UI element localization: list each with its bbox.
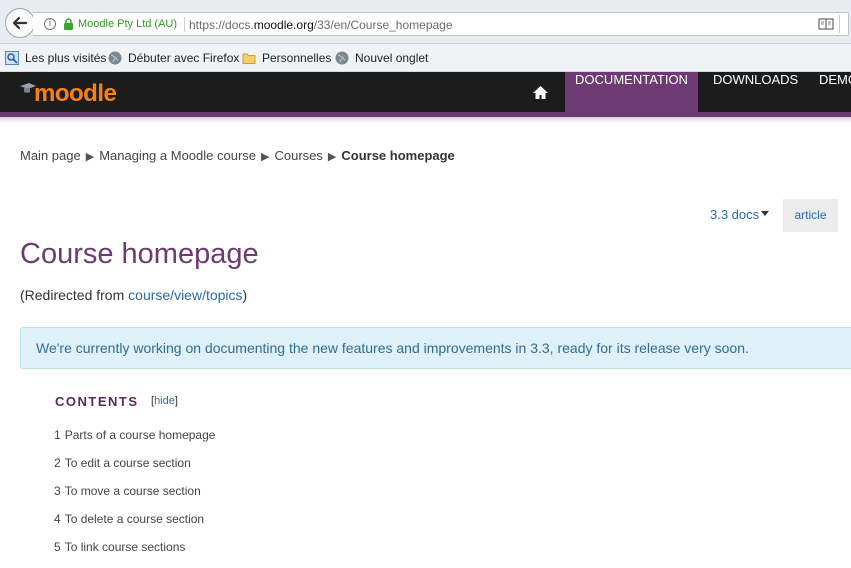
toc-item[interactable]: 4 To delete a course section: [54, 512, 215, 540]
caret-down-icon: [761, 211, 770, 216]
docs-version-dropdown[interactable]: 3.3 docs: [710, 207, 770, 222]
home-button[interactable]: [520, 72, 560, 112]
breadcrumb-separator: ▶: [327, 151, 337, 163]
toc-number: 4: [54, 512, 61, 526]
bookmark-personal[interactable]: Personnelles: [242, 51, 331, 65]
url-path: /33/en/Course_homepage: [313, 18, 453, 32]
back-button[interactable]: [5, 8, 35, 38]
moodle-logo[interactable]: moodle: [20, 78, 117, 108]
redirect-prefix: (Redirected from: [20, 287, 129, 303]
toc-item[interactable]: 3 To move a course section: [54, 484, 215, 512]
nav-demo[interactable]: DEMO: [819, 72, 851, 112]
toc-hide-toggle[interactable]: [hide]: [151, 395, 178, 407]
toc-list: 1 Parts of a course homepage 2 To edit a c…: [54, 428, 215, 568]
url-host: moodle.org: [253, 18, 314, 32]
toc-number: 5: [54, 540, 61, 554]
bookmark-getting-started[interactable]: Débuter avec Firefox: [108, 51, 239, 65]
nav-documentation[interactable]: DOCUMENTATION: [565, 72, 698, 112]
bookmark-new-tab[interactable]: Nouvel onglet: [335, 51, 428, 65]
toc-label[interactable]: To move a course section: [65, 484, 201, 498]
divider: [839, 15, 840, 33]
breadcrumb-item[interactable]: Main page: [20, 148, 81, 163]
redirect-suffix: ): [242, 287, 248, 303]
divider: [184, 17, 185, 32]
toc-hide-link[interactable]: hide: [154, 395, 175, 407]
breadcrumb-current: Course homepage: [341, 148, 455, 163]
page-title: Course homepage: [20, 238, 259, 270]
toc-label[interactable]: To edit a course section: [65, 456, 191, 470]
most-visited-icon: [5, 51, 19, 65]
bookmark-label: Personnelles: [262, 51, 332, 65]
globe-icon: [335, 51, 349, 65]
url-prefix: https://docs.: [189, 18, 254, 32]
toc-title: CONTENTS: [55, 394, 139, 409]
toc-label[interactable]: To link course sections: [65, 540, 186, 554]
reader-view-icon[interactable]: [818, 17, 834, 31]
bookmark-label: Nouvel onglet: [355, 51, 429, 65]
docs-version-label: 3.3 docs: [710, 207, 760, 222]
toc-label[interactable]: Parts of a course homepage: [65, 428, 216, 442]
info-icon[interactable]: i: [44, 18, 56, 30]
folder-icon: [242, 53, 256, 64]
breadcrumb-separator: ▶: [85, 151, 95, 163]
toc-number: 3: [54, 484, 61, 498]
breadcrumb-item[interactable]: Managing a Moodle course: [99, 148, 256, 163]
bookmark-most-visited[interactable]: Les plus visités: [5, 51, 106, 65]
bookmark-label: Débuter avec Firefox: [128, 51, 240, 65]
navbar-shadow: [0, 117, 851, 123]
browser-toolbar: i Moodle Pty Ltd (AU) https://docs.moodl…: [0, 0, 851, 44]
logo-text: moodle: [34, 80, 117, 107]
redirect-link[interactable]: course/view/topics: [128, 287, 242, 303]
toc-item[interactable]: 2 To edit a course section: [54, 456, 215, 484]
bookmarks-toolbar: Les plus visités Débuter avec Firefox Pe…: [0, 44, 851, 72]
breadcrumb-separator: ▶: [261, 151, 270, 163]
redirect-note: (Redirected from course/view/topics): [20, 287, 247, 303]
arrow-left-icon: [12, 16, 28, 30]
site-identity[interactable]: Moodle Pty Ltd (AU): [78, 18, 177, 30]
toc-number: 2: [54, 456, 61, 470]
breadcrumb-item[interactable]: Courses: [274, 148, 322, 163]
nav-downloads[interactable]: DOWNLOADS: [713, 72, 798, 112]
globe-icon: [108, 51, 122, 65]
home-icon: [532, 85, 548, 99]
notice-text: We're currently working on documenting t…: [36, 340, 749, 356]
url-text[interactable]: https://docs.moodle.org/33/en/Course_hom…: [189, 18, 453, 32]
address-bar[interactable]: i Moodle Pty Ltd (AU) https://docs.moodl…: [33, 12, 849, 36]
tab-article[interactable]: article: [783, 199, 838, 232]
breadcrumb: Main page ▶ Managing a Moodle course ▶ Cours…: [20, 148, 455, 163]
info-notice: We're currently working on documenting t…: [20, 327, 851, 369]
bookmark-label: Les plus visités: [25, 51, 107, 65]
toc-number: 1: [54, 428, 61, 442]
toc-label[interactable]: To delete a course section: [65, 512, 204, 526]
toc-item[interactable]: 1 Parts of a course homepage: [54, 428, 215, 456]
bracket: ]: [174, 395, 178, 407]
lock-icon: [64, 18, 73, 30]
